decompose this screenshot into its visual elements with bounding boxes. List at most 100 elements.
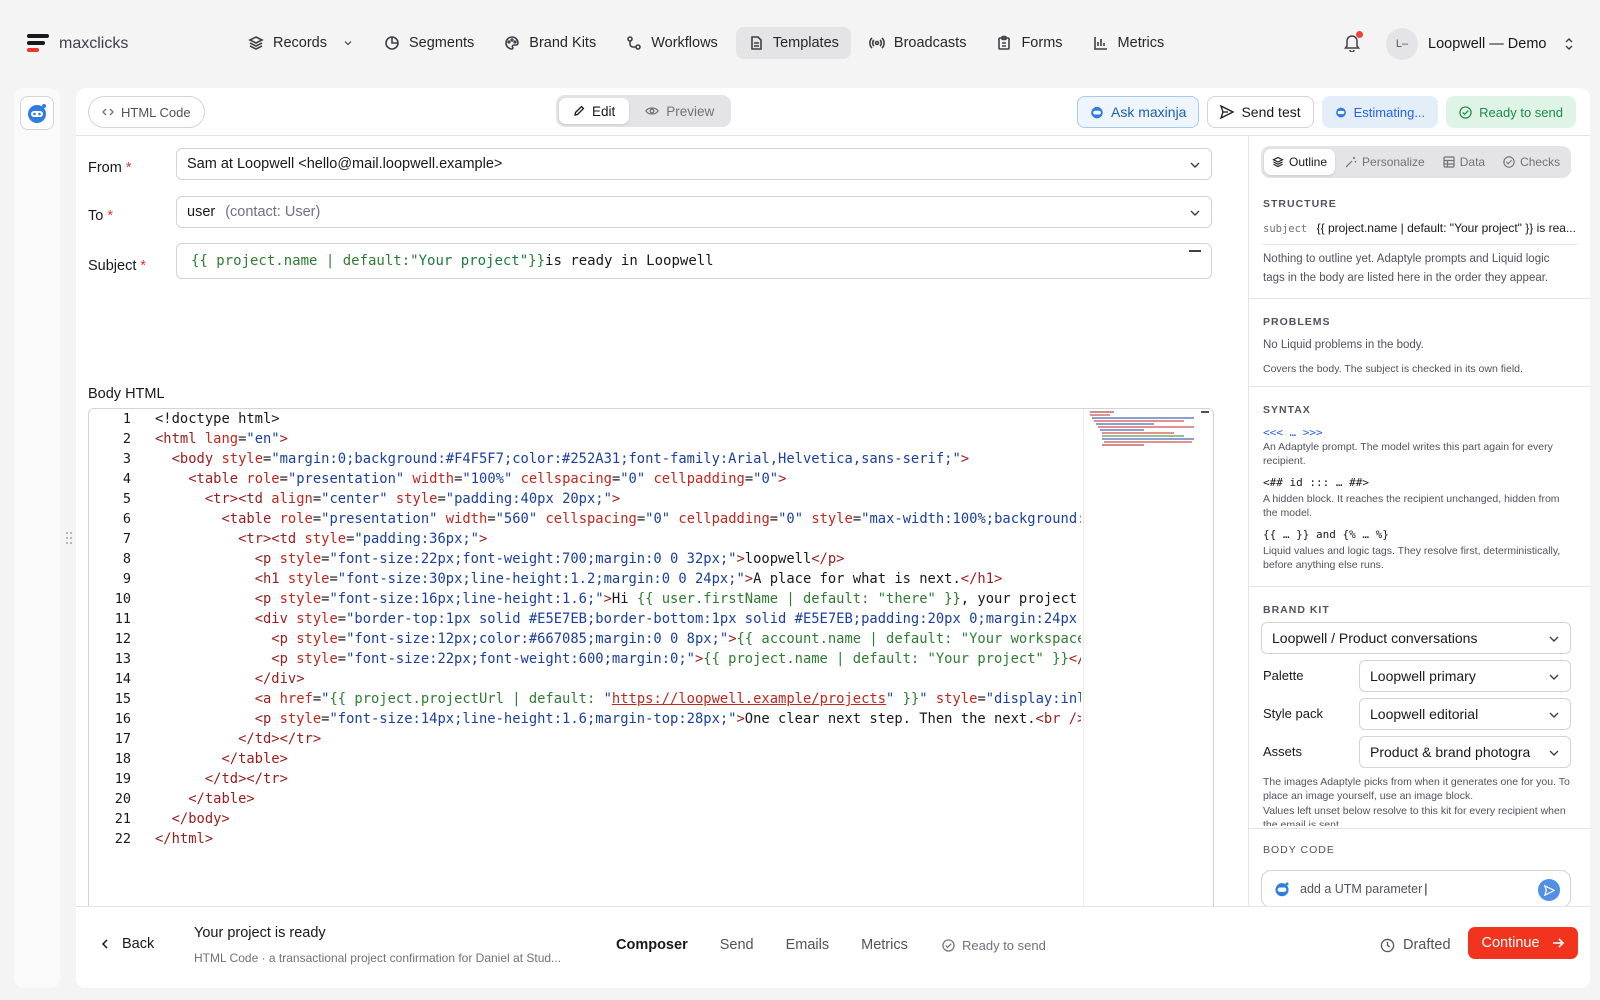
tab-metrics[interactable]: Metrics bbox=[861, 937, 908, 953]
back-button[interactable]: Back bbox=[100, 936, 154, 952]
to-row: To * bbox=[88, 200, 172, 232]
code-line[interactable]: <p style="font-size:22px;font-weight:600… bbox=[155, 651, 1081, 667]
subject-liquid: {{ project.name | default: bbox=[191, 253, 411, 269]
code-line[interactable]: </body> bbox=[155, 811, 230, 827]
continue-button[interactable]: Continue bbox=[1468, 927, 1578, 959]
main-nav: Records Segments Brand Kits Workflows Te… bbox=[236, 27, 1176, 59]
avatar: L– bbox=[1386, 28, 1418, 60]
code-line[interactable]: <tr><td align="center" style="padding:40… bbox=[155, 491, 620, 507]
tab-emails[interactable]: Emails bbox=[786, 937, 830, 953]
workflow-icon bbox=[627, 36, 642, 50]
code-line[interactable]: <table role="presentation" width="560" c… bbox=[155, 511, 1081, 527]
style-pack-select[interactable]: Loopwell editorial bbox=[1359, 698, 1571, 730]
nav-broadcasts[interactable]: Broadcasts bbox=[857, 27, 979, 59]
to-select[interactable]: user (contact: User) bbox=[176, 196, 1212, 228]
line-number: 17 bbox=[114, 731, 131, 747]
send-test-button[interactable]: Send test bbox=[1207, 96, 1314, 128]
line-number: 7 bbox=[122, 531, 131, 547]
notifications-button[interactable] bbox=[1344, 31, 1363, 52]
robot-icon bbox=[1091, 106, 1103, 119]
nav-templates[interactable]: Templates bbox=[735, 27, 851, 59]
code-minimap[interactable] bbox=[1083, 409, 1201, 987]
style-pack-label: Style pack bbox=[1263, 706, 1323, 721]
estimating-status: Estimating... bbox=[1321, 96, 1439, 128]
nav-records[interactable]: Records bbox=[236, 27, 366, 59]
tab-outline[interactable]: Outline bbox=[1264, 149, 1336, 175]
code-line[interactable]: <!doctype html> bbox=[155, 411, 280, 427]
ask-maxinja-button[interactable]: Ask maxinja bbox=[1077, 96, 1200, 128]
line-number: 16 bbox=[114, 711, 131, 727]
bottom-status: Ready to send bbox=[942, 938, 1046, 953]
assets-label: Assets bbox=[1263, 744, 1303, 759]
check-circle-icon bbox=[1459, 105, 1472, 119]
html-code-button[interactable]: HTML Code bbox=[88, 96, 205, 128]
nav-workflows[interactable]: Workflows bbox=[614, 27, 730, 59]
chevron-down-icon bbox=[1549, 712, 1559, 718]
nav-metrics-label: Metrics bbox=[1117, 35, 1165, 51]
line-number: 1 bbox=[122, 411, 131, 427]
tab-personalize[interactable]: Personalize bbox=[1337, 149, 1433, 175]
brand-kit-select[interactable]: Loopwell / Product conversations bbox=[1261, 622, 1571, 654]
code-line[interactable]: <p style="font-size:22px;font-weight:700… bbox=[155, 551, 845, 567]
drafted-status: Drafted bbox=[1380, 937, 1451, 953]
line-number: 2 bbox=[122, 431, 131, 447]
code-line[interactable]: <html lang="en"> bbox=[155, 431, 288, 447]
ask-maxinja-label: Ask maxinja bbox=[1111, 104, 1187, 120]
chat-send-button[interactable] bbox=[1538, 879, 1560, 901]
syntax-title: SYNTAX bbox=[1263, 404, 1311, 416]
syntax-liquid-desc: Liquid values and logic tags. They resol… bbox=[1263, 545, 1561, 571]
code-line[interactable]: <h1 style="font-size:30px;line-height:1.… bbox=[155, 571, 1003, 587]
from-select[interactable]: Sam at Loopwell <hello@mail.loopwell.exa… bbox=[176, 148, 1212, 180]
resize-grip-icon[interactable] bbox=[64, 530, 74, 546]
account-name: Loopwell — Demo bbox=[1428, 36, 1547, 52]
tab-data[interactable]: Data bbox=[1435, 149, 1493, 175]
nav-segments[interactable]: Segments bbox=[372, 27, 486, 59]
code-line[interactable]: <body style="margin:0;background:#F4F5F7… bbox=[155, 451, 969, 467]
code-line[interactable]: </div> bbox=[155, 671, 305, 687]
code-content[interactable]: <!doctype html> <html lang="en"> <body st… bbox=[155, 409, 1081, 987]
subject-input[interactable]: {{ project.name | default: "Your project… bbox=[176, 243, 1212, 279]
nav-metrics[interactable]: Metrics bbox=[1081, 27, 1177, 59]
divider bbox=[1249, 298, 1590, 299]
code-line[interactable]: <tr><td style="padding:36px;"> bbox=[155, 531, 487, 547]
preview-tab[interactable]: Preview bbox=[631, 98, 728, 124]
eye-icon bbox=[645, 107, 659, 115]
code-line[interactable]: <div style="border-top:1px solid #E5E7EB… bbox=[155, 611, 1077, 627]
tab-checks[interactable]: Checks bbox=[1495, 149, 1568, 175]
assistant-chat-input[interactable]: add a UTM parameter | bbox=[1261, 870, 1571, 908]
code-line[interactable]: <a href="{{ project.projectUrl | default… bbox=[155, 691, 1081, 707]
layers-icon bbox=[248, 36, 264, 50]
subject-label: Subject * bbox=[88, 258, 147, 274]
tab-send[interactable]: Send bbox=[720, 937, 754, 953]
bottom-bar: Back Your project is ready HTML Code · a… bbox=[76, 906, 1590, 988]
text-cursor: | bbox=[1424, 882, 1428, 896]
code-line[interactable]: <p style="font-size:14px;line-height:1.6… bbox=[155, 711, 1081, 727]
code-line[interactable]: </html> bbox=[155, 831, 213, 847]
nav-forms[interactable]: Forms bbox=[984, 27, 1074, 59]
editor-scroll-indicator[interactable] bbox=[1201, 411, 1209, 413]
tab-composer[interactable]: Composer bbox=[616, 937, 688, 953]
bottom-status-label: Ready to send bbox=[962, 938, 1046, 953]
code-line[interactable]: </td></tr> bbox=[155, 731, 321, 747]
code-line[interactable]: <p style="font-size:16px;line-height:1.6… bbox=[155, 591, 1077, 607]
palette-value: Loopwell primary bbox=[1370, 668, 1476, 684]
nav-brand-kits[interactable]: Brand Kits bbox=[492, 27, 608, 59]
account-switcher[interactable]: L– Loopwell — Demo bbox=[1386, 27, 1574, 61]
check-circle-icon bbox=[942, 939, 955, 952]
code-editor[interactable]: 1 2 3 4 5 6 7 8 9 10 11 12 13 14 15 16 1… bbox=[88, 408, 1214, 988]
code-line[interactable]: </table> bbox=[155, 791, 254, 807]
structure-title: STRUCTURE bbox=[1263, 198, 1337, 210]
problems-title: PROBLEMS bbox=[1263, 316, 1331, 328]
maxinja-assistant-button[interactable] bbox=[20, 96, 54, 130]
code-line[interactable]: <p style="font-size:12px;color:#667085;m… bbox=[155, 631, 1081, 647]
structure-subject-row[interactable]: subject {{ project.name | default: "Your… bbox=[1263, 221, 1577, 235]
editor-toolbar: HTML Code Edit Preview Ask maxinja Send … bbox=[76, 88, 1590, 136]
code-line[interactable]: <table role="presentation" width="100%" … bbox=[155, 471, 786, 487]
structure-note: Nothing to outline yet. Adaptyle prompts… bbox=[1263, 253, 1550, 284]
assets-select[interactable]: Product & brand photogra bbox=[1359, 736, 1571, 768]
code-line[interactable]: </td></tr> bbox=[155, 771, 288, 787]
palette-select[interactable]: Loopwell primary bbox=[1359, 660, 1571, 692]
brand-logo[interactable]: maxclicks bbox=[27, 34, 128, 54]
code-line[interactable]: </table> bbox=[155, 751, 287, 767]
edit-tab[interactable]: Edit bbox=[559, 98, 630, 124]
